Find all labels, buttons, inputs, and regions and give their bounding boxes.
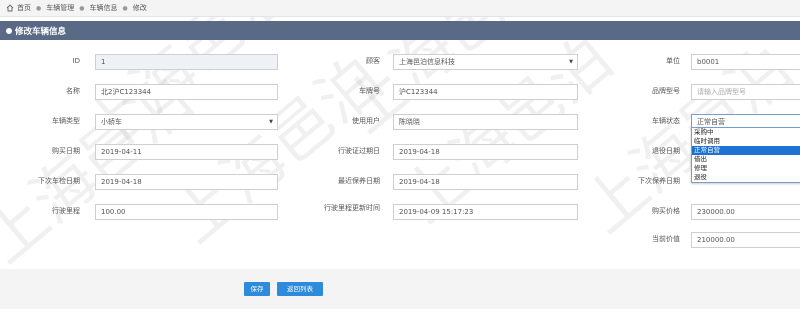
vehicle-type-value: 小轿车	[101, 118, 122, 126]
breadcrumb: 首页 ● 车辆管理 ● 车辆信息 ● 修改	[0, 0, 800, 17]
form-row: ID 1 顾客 上海邑泊信息科技 ▼ 单位 b0001	[0, 54, 800, 72]
retire-date-label: 退役日期	[652, 147, 680, 155]
next-inspection-label: 下次车检日期	[38, 177, 80, 185]
current-value-label: 当前价值	[652, 235, 680, 243]
status-option[interactable]: 修理	[692, 164, 800, 173]
status-option-selected[interactable]: 正常自营	[692, 146, 800, 155]
form-row: 当前价值 210000.00	[0, 232, 800, 250]
unit-label: 单位	[666, 57, 680, 65]
breadcrumb-edit: 修改	[132, 4, 147, 12]
customer-value: 上海邑泊信息科技	[399, 58, 455, 66]
form-row: 名称 北2沪C123344 车牌号 沪C123344 品牌型号 请输入品牌型号	[0, 84, 800, 102]
vehicle-status-value: 正常自营	[697, 118, 725, 126]
next-inspection-field[interactable]: 2019-04-18	[95, 174, 278, 190]
status-option[interactable]: 借出	[692, 155, 800, 164]
license-expiry-field[interactable]: 2019-04-18	[393, 144, 578, 160]
name-label: 名称	[66, 87, 80, 95]
status-option[interactable]: 采购中	[692, 128, 800, 137]
form-row: 购买日期 2019-04-11 行驶证过期日 2019-04-18 退役日期	[0, 144, 800, 162]
plate-field[interactable]: 沪C123344	[393, 84, 578, 100]
purchase-price-label: 购买价格	[652, 207, 680, 215]
status-option[interactable]: 退役	[692, 173, 800, 182]
panel-bullet-icon	[6, 27, 12, 34]
id-label: ID	[72, 57, 80, 65]
current-value-field[interactable]: 210000.00	[691, 232, 800, 248]
chevron-down-icon: ▼	[569, 59, 573, 65]
vehicle-status-label: 车辆状态	[652, 117, 680, 125]
mileage-label: 行驶里程	[52, 207, 80, 215]
save-button[interactable]: 保存	[244, 282, 270, 296]
last-maintenance-label: 最近保养日期	[338, 177, 380, 185]
plate-label: 车牌号	[359, 87, 380, 95]
purchase-price-field[interactable]: 230000.00	[691, 204, 800, 220]
id-field: 1	[95, 54, 278, 70]
purchase-date-field[interactable]: 2019-04-11	[95, 144, 278, 160]
unit-field[interactable]: b0001	[691, 54, 800, 70]
breadcrumb-separator: ●	[79, 4, 85, 12]
breadcrumb-vehicle-info[interactable]: 车辆信息	[90, 3, 118, 13]
chevron-down-icon: ▼	[269, 119, 273, 125]
purchase-date-label: 购买日期	[52, 147, 80, 155]
form-row: 车辆类型 小轿车 ▼ 使用用户 陈晓晓 车辆状态 正常自营	[0, 114, 800, 132]
back-to-list-button[interactable]: 返回列表	[277, 282, 323, 296]
status-option[interactable]: 临时调用	[692, 137, 800, 146]
vehicle-status-dropdown: 采购中 临时调用 正常自营 借出 修理 退役	[691, 127, 800, 183]
breadcrumb-vehicle-management[interactable]: 车辆管理	[46, 3, 74, 13]
form-footer: 保存 返回列表	[0, 269, 800, 309]
last-maintenance-field[interactable]: 2019-04-18	[393, 174, 578, 190]
customer-label: 顾客	[366, 57, 380, 65]
license-expiry-label: 行驶证过期日	[338, 147, 380, 155]
name-field[interactable]: 北2沪C123344	[95, 84, 278, 100]
form-row: 下次车检日期 2019-04-18 最近保养日期 2019-04-18 下次保养…	[0, 174, 800, 192]
customer-select[interactable]: 上海邑泊信息科技 ▼	[393, 54, 578, 70]
brand-model-label: 品牌型号	[652, 87, 680, 95]
vehicle-type-select[interactable]: 小轿车 ▼	[95, 114, 278, 130]
breadcrumb-home[interactable]: 首页	[17, 3, 31, 13]
panel-title: 修改车辆信息	[15, 26, 67, 37]
next-maintenance-label: 下次保养日期	[638, 177, 680, 185]
mileage-updated-label: 行驶里程更新时间	[324, 204, 380, 212]
panel-header: 修改车辆信息	[0, 21, 800, 40]
breadcrumb-separator: ●	[36, 4, 42, 12]
breadcrumb-separator: ●	[122, 4, 128, 12]
user-label: 使用用户	[352, 117, 380, 125]
mileage-updated-field[interactable]: 2019-04-09 15:17:23	[393, 204, 578, 220]
form-row: 行驶里程 100.00 行驶里程更新时间 2019-04-09 15:17:23…	[0, 204, 800, 226]
brand-model-field[interactable]: 请输入品牌型号	[691, 84, 800, 100]
mileage-field[interactable]: 100.00	[95, 204, 278, 220]
user-field[interactable]: 陈晓晓	[393, 114, 578, 130]
vehicle-type-label: 车辆类型	[52, 117, 80, 125]
home-icon[interactable]	[6, 4, 14, 12]
